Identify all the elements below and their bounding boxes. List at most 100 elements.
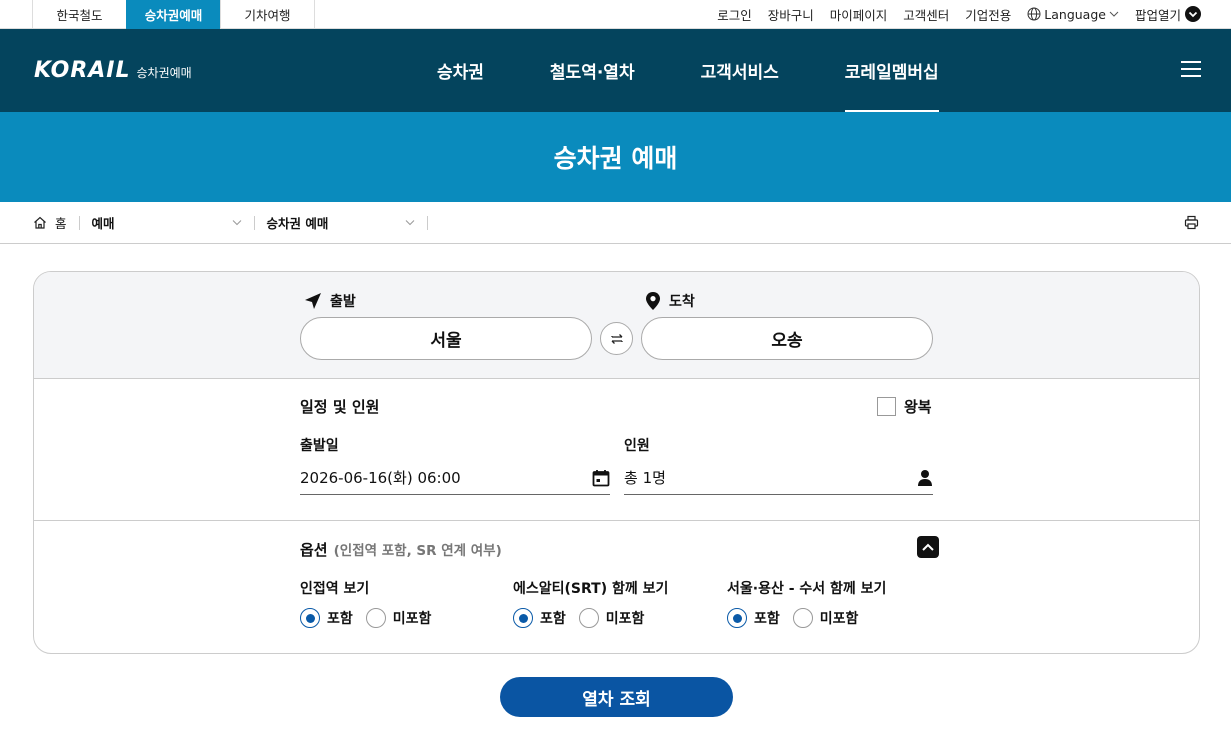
radio-group: 포함 미포함 bbox=[727, 608, 886, 628]
chevron-down-icon bbox=[232, 220, 241, 226]
chevron-circle-icon bbox=[1185, 6, 1201, 22]
global-nav: 승차권 철도역·열차 고객서비스 코레일멤버십 bbox=[437, 29, 1005, 112]
option-group-title: 인접역 보기 bbox=[300, 581, 370, 597]
popup-label: 팝업열기 bbox=[1134, 7, 1181, 23]
radio-label: 미포함 bbox=[819, 611, 859, 627]
utility-bar: 한국철도 승차권예매 기차여행 로그인 장바구니 마이페이지 고객센터 기업전용… bbox=[0, 0, 1231, 29]
logo-brand: KORAIL bbox=[34, 58, 131, 83]
person-icon bbox=[918, 469, 932, 486]
radio-button[interactable] bbox=[578, 608, 599, 628]
option-adjacent-station: 인접역 보기 포함 미포함 bbox=[300, 578, 444, 628]
options-section: 옵션 (인접역 포함, SR 연계 여부) 인접역 보기 포함 미포함 에스알티… bbox=[34, 521, 1199, 653]
roundtrip-option[interactable]: 왕복 bbox=[877, 396, 932, 417]
login-link[interactable]: 로그인 bbox=[717, 5, 752, 24]
navigation-arrow-icon bbox=[305, 293, 321, 309]
home-icon bbox=[34, 216, 46, 229]
nav-station-train[interactable]: 철도역·열차 bbox=[550, 29, 635, 112]
options-note: (인접역 포함, SR 연계 여부) bbox=[333, 543, 502, 559]
options-collapse-button[interactable] bbox=[917, 536, 939, 558]
radio-label: 미포함 bbox=[605, 611, 645, 627]
option-srt: 에스알티(SRT) 함께 보기 포함 미포함 bbox=[513, 578, 668, 628]
breadcrumb-dropdown-level1[interactable]: 예매 bbox=[92, 213, 242, 232]
chevron-down-icon bbox=[405, 220, 414, 226]
radio-button[interactable] bbox=[792, 608, 813, 628]
tab-ticket-booking[interactable]: 승차권예매 bbox=[126, 0, 221, 29]
radio-button[interactable] bbox=[300, 608, 320, 628]
radio-label: 미포함 bbox=[392, 611, 432, 627]
passenger-value: 총 1명 bbox=[624, 469, 666, 487]
map-pin-icon bbox=[646, 292, 660, 310]
passenger-label: 인원 bbox=[624, 438, 650, 454]
passenger-field[interactable]: 총 1명 bbox=[624, 461, 933, 495]
nav-customer-service[interactable]: 고객서비스 bbox=[701, 29, 779, 112]
popup-open-button[interactable]: 팝업열기 bbox=[1135, 5, 1201, 24]
corporate-link[interactable]: 기업전용 bbox=[965, 5, 1011, 24]
swap-stations-button[interactable] bbox=[600, 322, 633, 355]
page-title-banner: 승차권 예매 bbox=[0, 112, 1231, 202]
option-group-title: 서울·용산 - 수서 함께 보기 bbox=[727, 581, 887, 597]
cart-link[interactable]: 장바구니 bbox=[768, 5, 814, 24]
utility-links: 로그인 장바구니 마이페이지 고객센터 기업전용 Language 팝업열기 bbox=[701, 5, 1201, 24]
radio-label: 포함 bbox=[540, 611, 566, 627]
radio-button[interactable] bbox=[365, 608, 386, 628]
site-tabs: 한국철도 승차권예매 기차여행 bbox=[32, 0, 315, 29]
options-title-text: 옵션 bbox=[300, 541, 328, 559]
radio-include[interactable]: 포함 bbox=[300, 608, 353, 628]
radio-include[interactable]: 포함 bbox=[513, 608, 566, 628]
breadcrumb-home-label: 홈 bbox=[55, 216, 67, 231]
route-section: 출발 도착 서울 오송 bbox=[34, 272, 1199, 379]
departure-station-button[interactable]: 서울 bbox=[300, 317, 592, 360]
breadcrumb-divider bbox=[253, 215, 255, 230]
radio-button[interactable] bbox=[513, 608, 533, 628]
mypage-link[interactable]: 마이페이지 bbox=[830, 5, 888, 24]
tab-train-travel[interactable]: 기차여행 bbox=[220, 0, 315, 29]
option-seoul-suseo: 서울·용산 - 수서 함께 보기 포함 미포함 bbox=[727, 578, 886, 628]
roundtrip-checkbox[interactable] bbox=[877, 397, 896, 416]
schedule-title: 일정 및 인원 bbox=[300, 398, 380, 416]
departure-date-label: 출발일 bbox=[300, 438, 339, 454]
nav-membership[interactable]: 코레일멤버십 bbox=[844, 29, 939, 112]
breadcrumb-level2-label: 승차권 예매 bbox=[266, 216, 329, 231]
radio-exclude[interactable]: 미포함 bbox=[365, 608, 432, 628]
radio-group: 포함 미포함 bbox=[513, 608, 668, 628]
search-trains-button[interactable]: 열차 조회 bbox=[500, 677, 733, 717]
hamburger-menu-icon[interactable] bbox=[1181, 61, 1201, 77]
option-group-title: 에스알티(SRT) 함께 보기 bbox=[513, 581, 669, 597]
logo-sub: 승차권예매 bbox=[136, 66, 192, 80]
booking-form: 출발 도착 서울 오송 일정 및 인원 왕복 출발일 인원 2026-06-16… bbox=[33, 271, 1200, 654]
departure-date-field[interactable]: 2026-06-16(화) 06:00 bbox=[300, 461, 610, 495]
radio-exclude[interactable]: 미포함 bbox=[792, 608, 859, 628]
chevron-down-icon bbox=[1109, 11, 1119, 17]
main-header: KORAIL 승차권예매 승차권 철도역·열차 고객서비스 코레일멤버십 bbox=[0, 29, 1231, 112]
breadcrumb-level1-label: 예매 bbox=[91, 216, 115, 231]
radio-label: 포함 bbox=[754, 611, 780, 627]
chevron-up-icon bbox=[922, 543, 934, 551]
customer-center-link[interactable]: 고객센터 bbox=[903, 5, 949, 24]
breadcrumb: 홈 예매 승차권 예매 bbox=[0, 202, 1231, 244]
breadcrumb-dropdown-level2[interactable]: 승차권 예매 bbox=[267, 213, 415, 232]
page-title: 승차권 예매 bbox=[553, 144, 678, 173]
roundtrip-label: 왕복 bbox=[904, 398, 932, 416]
departure-date-value: 2026-06-16(화) 06:00 bbox=[300, 469, 461, 487]
nav-ticket[interactable]: 승차권 bbox=[437, 29, 484, 112]
breadcrumb-divider bbox=[426, 215, 428, 230]
print-button[interactable] bbox=[1184, 215, 1199, 233]
printer-icon bbox=[1184, 215, 1199, 230]
radio-label: 포함 bbox=[327, 611, 353, 627]
radio-group: 포함 미포함 bbox=[300, 608, 444, 628]
breadcrumb-home[interactable]: 홈 bbox=[33, 213, 67, 232]
radio-include[interactable]: 포함 bbox=[727, 608, 780, 628]
breadcrumb-divider bbox=[78, 215, 80, 230]
arrival-label: 도착 bbox=[645, 291, 695, 311]
calendar-icon bbox=[592, 469, 610, 486]
arrival-station-button[interactable]: 오송 bbox=[641, 317, 933, 360]
arrival-label-text: 도착 bbox=[669, 294, 695, 310]
globe-icon bbox=[1027, 7, 1041, 21]
language-label: Language bbox=[1044, 6, 1106, 22]
radio-button[interactable] bbox=[727, 608, 747, 628]
language-select[interactable]: Language bbox=[1027, 7, 1119, 22]
options-title: 옵션 (인접역 포함, SR 연계 여부) bbox=[300, 539, 502, 560]
korail-logo[interactable]: KORAIL 승차권예매 bbox=[34, 58, 192, 83]
radio-exclude[interactable]: 미포함 bbox=[578, 608, 645, 628]
tab-korail[interactable]: 한국철도 bbox=[32, 0, 127, 29]
